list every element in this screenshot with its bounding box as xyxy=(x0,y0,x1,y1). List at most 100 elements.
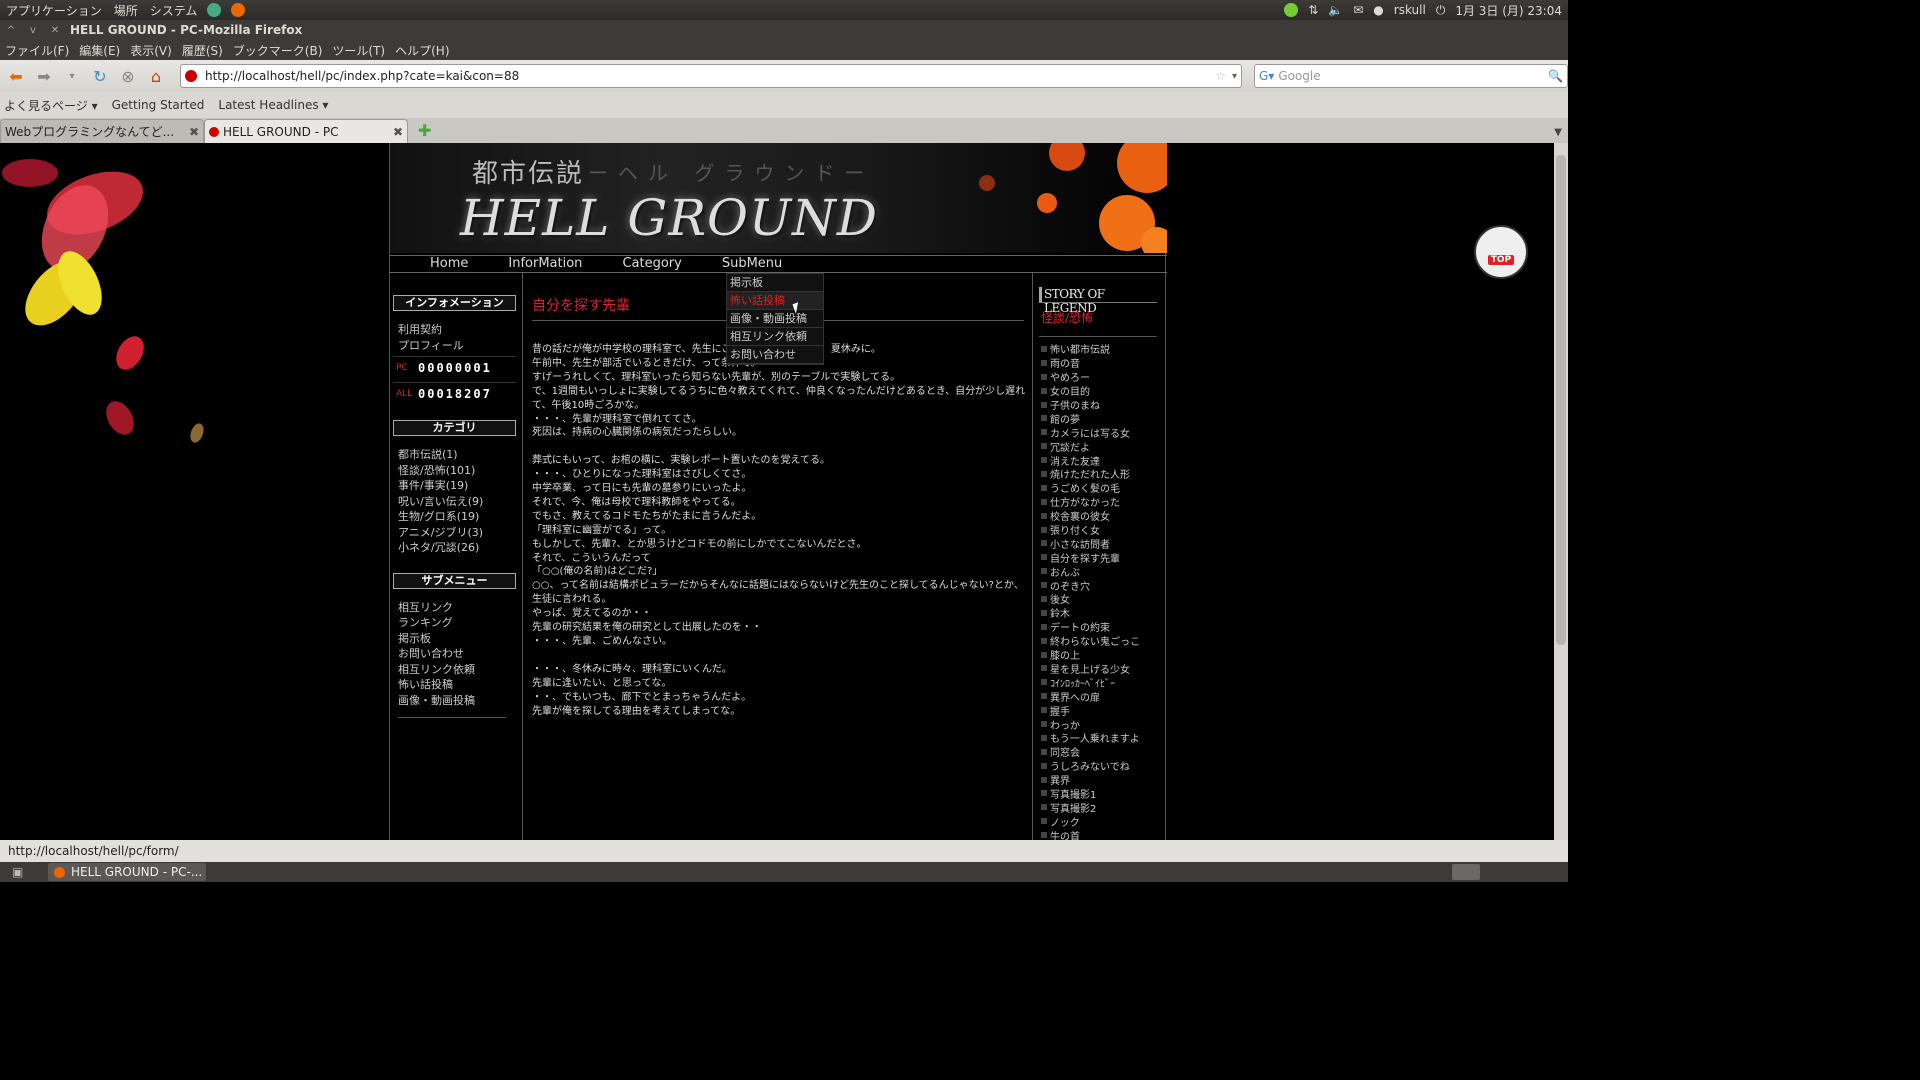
tab-list-icon[interactable]: ▼ xyxy=(1554,127,1562,138)
story-link[interactable]: うごめく髪の毛 xyxy=(1041,481,1167,495)
category-link[interactable]: 生物/グロ系(19) xyxy=(398,508,522,524)
story-link[interactable]: もう一人乗れますよ xyxy=(1041,731,1167,745)
story-link[interactable]: 雨の音 xyxy=(1041,356,1167,370)
site-logo[interactable]: HELL GROUND xyxy=(460,189,878,247)
nav-category[interactable]: Category xyxy=(622,256,681,272)
dropdown-item-link-request[interactable]: 相互リンク依頼 xyxy=(727,328,823,346)
submenu-link[interactable]: ランキング xyxy=(398,614,522,630)
story-link[interactable]: 館の夢 xyxy=(1041,411,1167,426)
home-icon[interactable]: ⌂ xyxy=(144,64,168,88)
close-tab-icon[interactable]: ✖ xyxy=(189,125,199,139)
menu-view[interactable]: 表示(V) xyxy=(125,42,177,59)
category-link[interactable]: 事件/事実(19) xyxy=(398,477,522,493)
close-icon[interactable]: ✕ xyxy=(44,25,66,36)
maximize-icon[interactable]: v xyxy=(22,25,44,36)
dropdown-item-bbs[interactable]: 掲示板 xyxy=(727,274,823,292)
firefox-launcher-icon[interactable] xyxy=(231,3,246,17)
story-link[interactable]: 写真撮影1 xyxy=(1041,787,1167,801)
story-link[interactable]: 鈴木 xyxy=(1041,606,1167,620)
dropdown-item-submit-media[interactable]: 画像・動画投稿 xyxy=(727,310,823,328)
back-to-top-button[interactable]: TOP xyxy=(1474,225,1528,279)
story-link[interactable]: 異界 xyxy=(1041,773,1167,787)
story-link[interactable]: 膝の上 xyxy=(1041,648,1167,662)
submenu-link[interactable]: お問い合わせ xyxy=(398,645,522,661)
submenu-link[interactable]: 相互リンク依頼 xyxy=(398,661,522,677)
story-link[interactable]: やめろー xyxy=(1041,370,1167,384)
story-link[interactable]: おんぶ xyxy=(1041,564,1167,579)
story-link[interactable]: 子供のまね xyxy=(1041,398,1167,412)
forward-icon[interactable]: ➡ xyxy=(32,64,56,88)
story-link[interactable]: 終わらない鬼ごっこ xyxy=(1041,634,1167,648)
menu-bookmarks[interactable]: ブックマーク(B) xyxy=(228,42,328,59)
category-link[interactable]: 都市伝説(1) xyxy=(398,446,522,462)
story-link[interactable]: 小さな訪問者 xyxy=(1041,536,1167,551)
story-link[interactable]: 後女 xyxy=(1041,592,1167,606)
story-link[interactable]: 写真撮影2 xyxy=(1041,800,1167,815)
search-icon[interactable]: 🔍 xyxy=(1548,69,1563,83)
story-link[interactable]: 仕方がなかった xyxy=(1041,495,1167,509)
menu-edit[interactable]: 編集(E) xyxy=(74,42,125,59)
story-link[interactable]: うしろみないでね xyxy=(1041,759,1167,773)
story-link[interactable]: デートの約束 xyxy=(1041,620,1167,634)
history-dropdown-icon[interactable]: ▾ xyxy=(60,64,84,88)
category-link[interactable]: 呪い/言い伝え(9) xyxy=(398,493,522,509)
category-link[interactable]: 小ネタ/冗談(26) xyxy=(398,539,522,555)
chat-icon[interactable]: ● xyxy=(1373,3,1383,17)
url-dropdown-icon[interactable]: ▾ xyxy=(1232,71,1237,82)
story-link[interactable]: カメラには写る女 xyxy=(1041,425,1167,440)
back-icon[interactable]: ⬅ xyxy=(4,64,28,88)
story-link[interactable]: 星を見上げる少女 xyxy=(1041,661,1167,676)
menu-file[interactable]: ファイル(F) xyxy=(0,42,74,59)
taskbar-firefox-window[interactable]: HELL GROUND - PC-... xyxy=(48,863,206,881)
search-input[interactable]: Google xyxy=(1278,69,1548,83)
category-link[interactable]: アニメ/ジブリ(3) xyxy=(398,524,522,540)
nav-submenu[interactable]: SubMenu xyxy=(722,256,782,272)
bookmark-latest-headlines[interactable]: Latest Headlines ▾ xyxy=(218,98,328,112)
submenu-link[interactable]: 画像・動画投稿 xyxy=(398,692,522,708)
volume-icon[interactable]: 🔈 xyxy=(1328,3,1343,17)
dropdown-item-contact[interactable]: お問い合わせ xyxy=(727,346,823,364)
places-menu[interactable]: 場所 xyxy=(108,2,144,19)
submenu-link[interactable]: 怖い話投稿 xyxy=(398,676,522,692)
menu-tools[interactable]: ツール(T) xyxy=(327,42,390,59)
story-link[interactable]: のぞき穴 xyxy=(1041,578,1167,593)
story-link[interactable]: ノック xyxy=(1041,814,1167,829)
close-tab-icon[interactable]: ✖ xyxy=(393,125,403,139)
bookmark-most-visited[interactable]: よく見るページ ▾ xyxy=(4,97,98,114)
story-link[interactable]: 牛の首 xyxy=(1041,828,1167,840)
story-link[interactable]: ｺｲﾝﾛｯｶｰﾍﾞｲﾋﾞｰ xyxy=(1041,675,1167,690)
url-text[interactable]: http://localhost/hell/pc/index.php?cate=… xyxy=(205,69,1215,83)
reload-icon[interactable]: ↻ xyxy=(88,64,112,88)
stop-icon[interactable]: ⊗ xyxy=(116,64,140,88)
chrome-launcher-icon[interactable] xyxy=(207,3,222,17)
link-profile[interactable]: プロフィール xyxy=(398,337,522,353)
story-link[interactable]: 異界への扉 xyxy=(1041,689,1167,704)
story-link[interactable]: 焼けただれた人形 xyxy=(1041,467,1167,481)
story-link[interactable]: 握手 xyxy=(1041,703,1167,718)
network-icon[interactable]: ⇅ xyxy=(1308,3,1318,17)
category-link[interactable]: 怪談/恐怖(101) xyxy=(398,462,522,478)
story-link[interactable]: 校舎裏の彼女 xyxy=(1041,509,1167,523)
power-icon[interactable]: ⏻ xyxy=(1436,3,1446,18)
story-link[interactable]: 同窓会 xyxy=(1041,745,1167,759)
submenu-link[interactable]: 相互リンク xyxy=(398,599,522,615)
tab-hell-ground[interactable]: HELL GROUND - PC ✖ xyxy=(204,119,408,143)
dropdown-item-submit-story[interactable]: 怖い話投稿 xyxy=(727,292,823,310)
link-terms[interactable]: 利用契約 xyxy=(398,321,522,337)
story-link[interactable]: 女の目的 xyxy=(1041,384,1167,398)
story-link[interactable]: 消えた友達 xyxy=(1041,453,1167,468)
bookmark-getting-started[interactable]: Getting Started xyxy=(112,98,205,112)
minimize-icon[interactable]: ^ xyxy=(0,25,22,36)
submenu-link[interactable]: 掲示板 xyxy=(398,630,522,646)
menu-help[interactable]: ヘルプ(H) xyxy=(390,42,454,59)
scrollbar-thumb[interactable] xyxy=(1556,155,1566,645)
story-link[interactable]: 怖い都市伝説 xyxy=(1041,342,1167,356)
update-icon[interactable] xyxy=(1284,3,1299,17)
apps-menu[interactable]: アプリケーション xyxy=(0,2,108,19)
show-desktop-icon[interactable]: ▣ xyxy=(12,865,23,879)
google-engine-icon[interactable]: G▾ xyxy=(1259,69,1274,83)
story-link[interactable]: わっか xyxy=(1041,717,1167,732)
new-tab-icon[interactable]: ✚ xyxy=(418,121,431,140)
url-bar[interactable]: http://localhost/hell/pc/index.php?cate=… xyxy=(180,64,1242,88)
story-link[interactable]: 自分を探す先輩 xyxy=(1041,550,1167,565)
